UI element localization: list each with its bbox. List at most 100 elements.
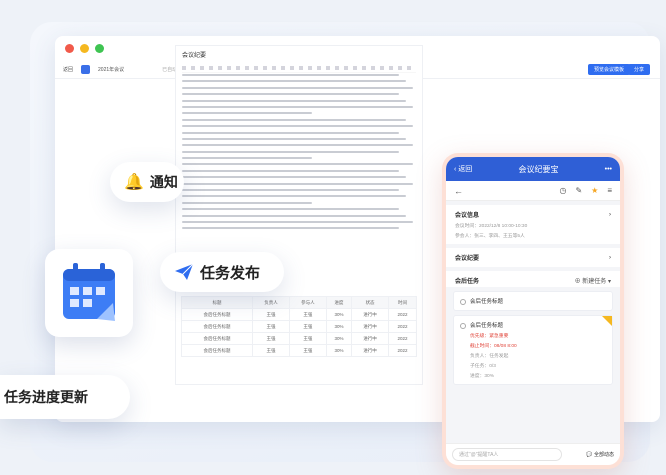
chevron-right-icon: › [609, 254, 611, 261]
text-line [182, 86, 414, 89]
table-cell: 进行中 [351, 308, 389, 321]
back-arrow-icon[interactable]: ← [454, 186, 463, 196]
clock-icon[interactable]: ◷ [559, 186, 566, 195]
notify-badge: 🔔 通知 [110, 162, 184, 202]
table-cell: 进行中 [351, 344, 389, 357]
file-name[interactable]: 2021年会议 [98, 66, 124, 73]
chevron-right-icon: › [609, 211, 611, 218]
text-line [182, 182, 414, 185]
minimize-dot[interactable] [80, 44, 89, 53]
table-cell: 30% [325, 332, 353, 345]
table-cell: 30% [325, 344, 353, 357]
calendar-icon [45, 249, 133, 337]
menu-icon[interactable]: ≡ [607, 186, 612, 195]
maximize-dot[interactable] [95, 44, 104, 53]
table-cell: 2022 [387, 320, 418, 333]
table-cell: 会后任务标题 [180, 344, 254, 357]
more-icon[interactable]: ••• [605, 166, 612, 173]
table-row[interactable]: 会后任务标题 王强 王强 30% 进行中 2022 [180, 344, 418, 357]
table-cell: 王强 [252, 320, 290, 333]
table-cell: 进行中 [351, 320, 389, 333]
table-cell: 会后任务标题 [180, 320, 254, 333]
back-link[interactable]: 返回 [63, 66, 73, 73]
text-line [182, 163, 414, 166]
table-cell: 30% [325, 308, 353, 321]
table-cell: 会后任务标题 [180, 308, 254, 321]
text-line [182, 227, 400, 230]
text-line [182, 201, 312, 204]
text-line [182, 176, 407, 179]
comment-input[interactable]: 通过“@”提醒TA人 [452, 448, 562, 461]
text-line [182, 169, 400, 172]
file-icon [81, 65, 91, 74]
text-line [182, 125, 414, 128]
table-row[interactable]: 会后任务标题 王强 王强 30% 进行中 2022 [180, 320, 418, 333]
corner-flag [602, 316, 612, 326]
text-line [182, 144, 414, 147]
text-line [182, 137, 407, 140]
share-button[interactable]: 分享 [627, 64, 650, 75]
text-line [182, 220, 414, 223]
format-toolbar[interactable] [182, 63, 416, 73]
window-controls [65, 44, 104, 53]
text-line [182, 208, 400, 211]
table-cell: 会后任务标题 [180, 332, 254, 345]
table-cell: 30% [325, 320, 353, 333]
table-row[interactable]: 会后任务标题 王强 王强 30% 进行中 2022 [180, 332, 418, 345]
table-cell: 王强 [288, 320, 327, 333]
text-line [182, 74, 400, 76]
table-cell: 王强 [252, 308, 290, 321]
star-icon[interactable]: ★ [591, 186, 598, 195]
edit-icon[interactable]: ✎ [575, 186, 582, 195]
table-cell: 2022 [387, 308, 418, 321]
text-line [182, 189, 400, 192]
task-checkbox[interactable] [460, 322, 466, 329]
preview-button[interactable]: 预览会议模板 [587, 64, 630, 75]
column-header: 负责人 [252, 296, 290, 309]
task-table: 标题 负责人 参与人 进度 状态 时间 会后任务标题 王强 王强 30% 进行中 2022 会后任务标… [180, 296, 418, 357]
task-checkbox[interactable] [460, 298, 466, 305]
new-task-button[interactable]: ⊕ 新建任务 ▾ [575, 276, 611, 285]
phone-title: 会议纪要宝 [518, 164, 559, 174]
column-header: 标题 [180, 296, 254, 309]
phone-mockup: ‹ 返回 会议纪要宝 ••• ← ◷ ✎ ★ ≡ 会议信息 › 会议时间：2022… [442, 153, 624, 469]
table-cell: 王强 [252, 332, 290, 345]
table-cell: 2022 [387, 332, 418, 345]
phone-header: ‹ 返回 会议纪要宝 ••• [446, 157, 620, 181]
meeting-info-card[interactable]: 会议信息 › 会议时间：2022/12/8 10:00-10:30 参会人：张三、… [446, 205, 620, 244]
column-header: 时间 [387, 296, 418, 309]
task-item[interactable]: 会后任务标题 [453, 291, 613, 311]
minutes-card[interactable]: 会议纪要 › [446, 248, 620, 267]
doc-body [182, 74, 418, 234]
phone-back[interactable]: ‹ 返回 [454, 164, 472, 174]
text-line [182, 195, 407, 198]
text-line [182, 118, 407, 121]
table-cell: 进行中 [351, 332, 389, 345]
task-item-expanded[interactable]: 会后任务标题 优先级：紧急重要 截止时间：08/08 8:00 负责人：任务发起… [453, 315, 613, 385]
all-dynamic-button[interactable]: 💬 全部动态 [586, 451, 614, 458]
table-cell: 王强 [288, 308, 327, 321]
bell-icon: 🔔 [124, 174, 144, 191]
send-icon [175, 263, 194, 280]
table-cell: 王强 [288, 344, 327, 357]
progress-badge: 任务进度更新 [0, 375, 130, 419]
text-line [182, 150, 400, 153]
table-cell: 2022 [387, 344, 418, 357]
table-cell: 王强 [288, 332, 327, 345]
doc-heading: 会议纪要 [182, 53, 207, 59]
phone-toolbar: ← ◷ ✎ ★ ≡ [446, 181, 620, 201]
table-cell: 王强 [252, 344, 290, 357]
phone-footer: 通过“@”提醒TA人 💬 全部动态 [446, 443, 620, 465]
text-line [182, 131, 400, 134]
text-line [182, 80, 407, 83]
text-line [182, 93, 400, 96]
column-header: 进度 [325, 296, 353, 309]
text-line [182, 157, 312, 160]
text-line [182, 99, 407, 102]
close-dot[interactable] [65, 44, 74, 53]
text-line [182, 112, 312, 115]
column-header: 状态 [351, 296, 389, 309]
table-row[interactable]: 会后任务标题 王强 王强 30% 进行中 2022 [180, 308, 418, 321]
publish-badge: 任务发布 [160, 252, 284, 292]
text-line [182, 214, 407, 217]
